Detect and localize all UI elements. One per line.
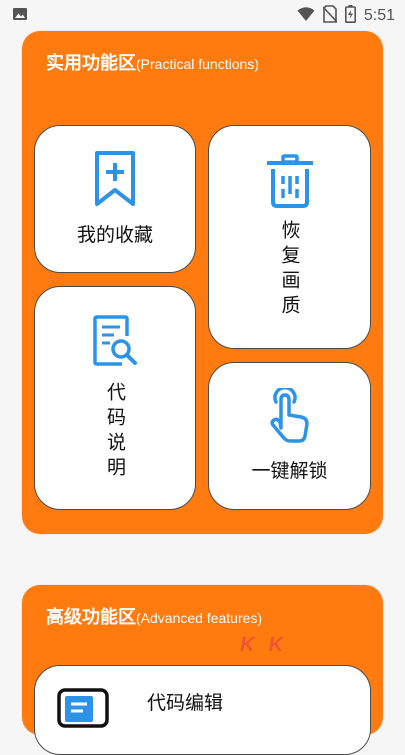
advanced-title: 高级功能区(Advanced features) [46, 603, 262, 629]
image-icon [12, 6, 28, 26]
status-right: 5:51 [297, 5, 395, 27]
code-edit-label: 代码编辑 [147, 692, 224, 714]
unlock-card[interactable]: 一键解锁 [208, 362, 371, 510]
code-explain-card[interactable]: 代码说明 [34, 286, 196, 510]
code-edit-card[interactable]: 代码编辑 [34, 665, 371, 755]
tap-finger-icon [269, 388, 309, 443]
advanced-panel: 高级功能区(Advanced features) 代码编辑 [22, 585, 383, 755]
advanced-title-en: (Advanced features) [136, 610, 263, 626]
no-sim-icon [322, 5, 338, 27]
code-edit-icon [57, 688, 109, 728]
practical-title-zh: 实用功能区 [46, 53, 136, 74]
battery-icon [344, 5, 356, 27]
watermark-logo: KK [240, 634, 297, 656]
practical-title-en: (Practical functions) [136, 56, 259, 72]
advanced-title-zh: 高级功能区 [46, 607, 136, 628]
restore-card[interactable]: 恢复画质 [208, 125, 371, 349]
practical-title: 实用功能区(Practical functions) [46, 49, 259, 75]
practical-panel: 实用功能区(Practical functions) 我的收藏 恢复画质 代码说… [22, 31, 383, 534]
status-bar: 5:51 [0, 0, 405, 32]
code-explain-label: 代码说明 [104, 382, 126, 482]
restore-label: 恢复画质 [278, 220, 301, 320]
favorites-card[interactable]: 我的收藏 [34, 125, 196, 273]
unlock-label: 一键解锁 [251, 460, 328, 482]
trash-icon [266, 154, 313, 208]
favorites-label: 我的收藏 [76, 224, 153, 246]
document-search-icon [93, 315, 137, 366]
status-time: 5:51 [363, 7, 395, 24]
bookmark-add-icon [95, 151, 135, 206]
wifi-icon [297, 6, 315, 26]
